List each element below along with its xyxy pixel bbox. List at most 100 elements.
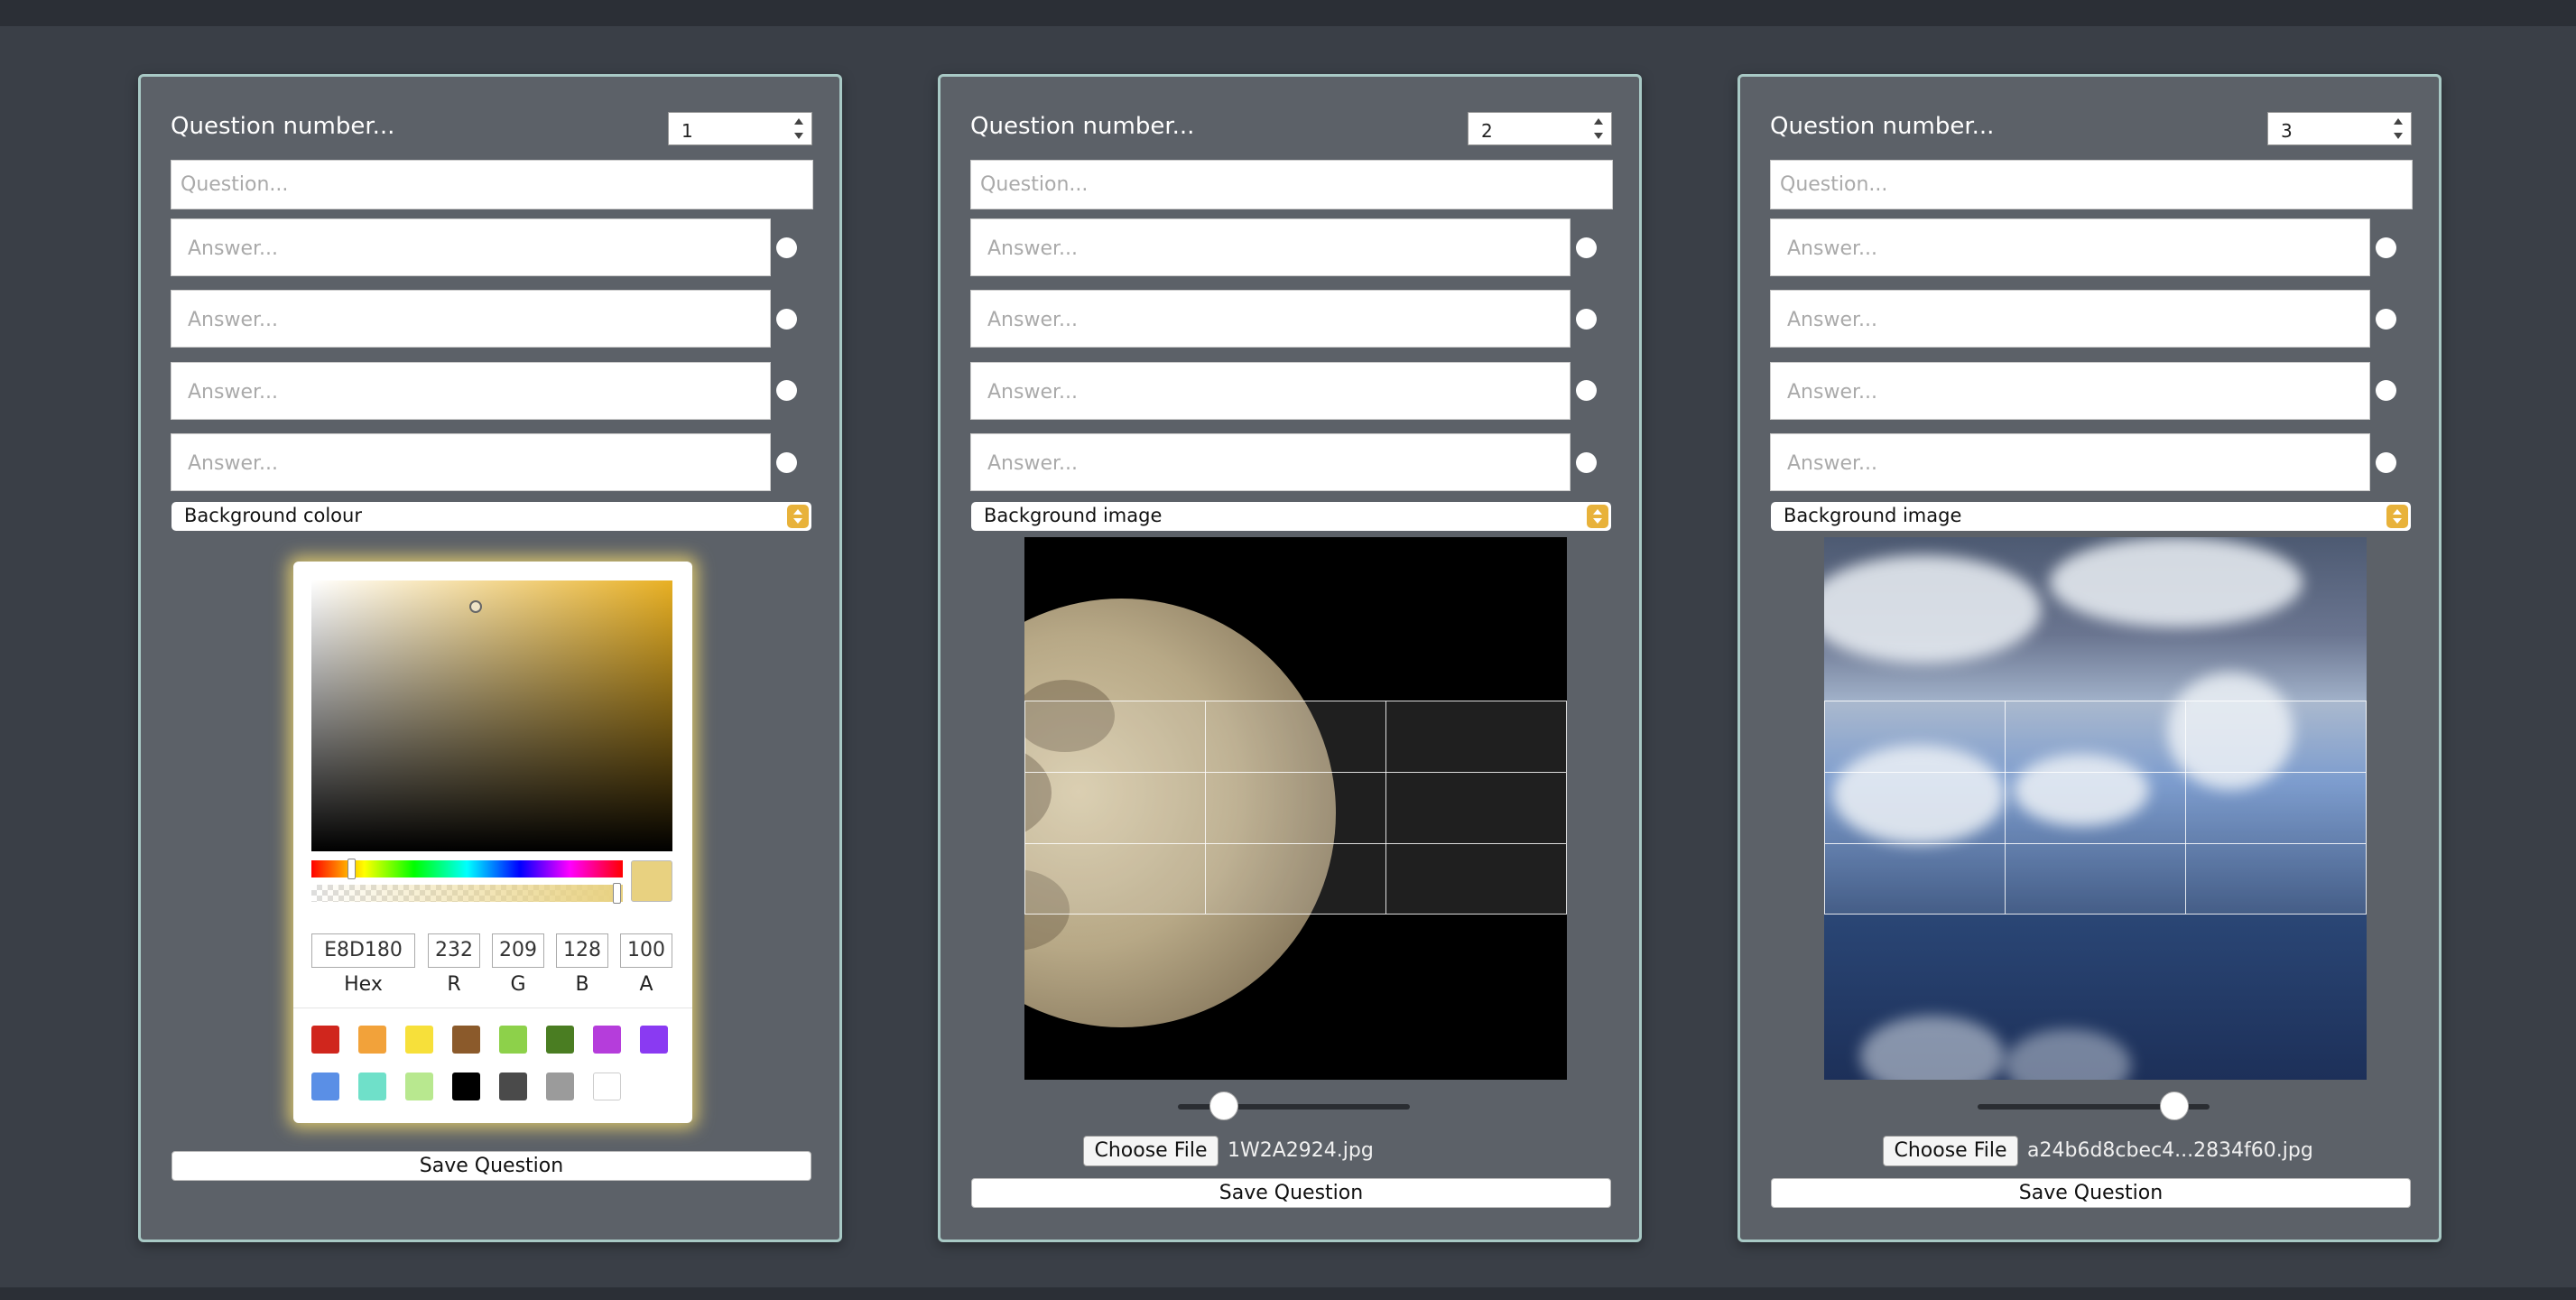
- r-field[interactable]: 232: [428, 933, 480, 968]
- b-label: B: [575, 973, 589, 996]
- select-arrows-icon: [2386, 505, 2408, 528]
- background-mode-select[interactable]: Background colour: [171, 502, 811, 531]
- color-picker: E8D180 232 209 128 100 Hex R G B A: [293, 562, 692, 1123]
- question-number-input[interactable]: 1: [668, 112, 812, 145]
- alpha-handle[interactable]: [613, 883, 621, 904]
- hex-label: Hex: [344, 973, 383, 996]
- color-swatch-1-7[interactable]: [593, 1026, 621, 1054]
- question-number-value: 1: [681, 120, 693, 142]
- question-number-label: Question number...: [1770, 113, 1995, 140]
- correct-answer-radio-4[interactable]: [776, 452, 797, 473]
- color-swatch-1-2[interactable]: [358, 1026, 386, 1054]
- r-label: R: [447, 973, 461, 996]
- answer-input-4[interactable]: Answer...: [970, 433, 1571, 491]
- question-card-2: Question number... 2 Question... Answer.…: [938, 74, 1642, 1242]
- slider-thumb[interactable]: [2160, 1091, 2190, 1120]
- color-swatch-2-6[interactable]: [546, 1072, 574, 1100]
- select-arrows-icon: [1587, 505, 1608, 528]
- number-spinner-icon[interactable]: [2393, 116, 2404, 141]
- color-swatch-2-7[interactable]: [593, 1072, 621, 1100]
- color-swatch-2-4[interactable]: [452, 1072, 480, 1100]
- hue-slider[interactable]: [311, 859, 623, 879]
- answer-grid-overlay[interactable]: [1024, 701, 1567, 915]
- color-swatch-1-1[interactable]: [311, 1026, 339, 1054]
- color-swatch-2-2[interactable]: [358, 1072, 386, 1100]
- answer-input-4[interactable]: Answer...: [171, 433, 771, 491]
- choose-file-button[interactable]: Choose File: [1883, 1136, 2018, 1166]
- choose-file-button[interactable]: Choose File: [1083, 1136, 1219, 1166]
- color-swatch-2-1[interactable]: [311, 1072, 339, 1100]
- correct-answer-radio-4[interactable]: [2376, 452, 2396, 473]
- correct-answer-radio-2[interactable]: [776, 309, 797, 330]
- answer-input-1[interactable]: Answer...: [1770, 218, 2370, 276]
- hex-field[interactable]: E8D180: [311, 933, 415, 968]
- color-swatch-2-5[interactable]: [499, 1072, 527, 1100]
- answer-input-2[interactable]: Answer...: [970, 290, 1571, 348]
- saturation-area[interactable]: [311, 580, 672, 851]
- save-question-button[interactable]: Save Question: [1771, 1178, 2411, 1208]
- background-mode-value: Background image: [1784, 505, 1962, 526]
- question-number-value: 2: [1481, 120, 1493, 142]
- background-mode-select[interactable]: Background image: [971, 502, 1611, 531]
- save-question-button[interactable]: Save Question: [171, 1151, 811, 1181]
- save-question-button[interactable]: Save Question: [971, 1178, 1611, 1208]
- background-mode-select[interactable]: Background image: [1771, 502, 2411, 531]
- a-field[interactable]: 100: [620, 933, 672, 968]
- answer-input-2[interactable]: Answer...: [171, 290, 771, 348]
- b-field[interactable]: 128: [556, 933, 608, 968]
- correct-answer-radio-1[interactable]: [776, 237, 797, 258]
- correct-answer-radio-2[interactable]: [1576, 309, 1597, 330]
- image-position-slider[interactable]: [1978, 1091, 2210, 1120]
- correct-answer-radio-2[interactable]: [2376, 309, 2396, 330]
- correct-answer-radio-3[interactable]: [776, 380, 797, 401]
- answer-input-3[interactable]: Answer...: [171, 362, 771, 420]
- background-mode-value: Background colour: [184, 505, 362, 526]
- number-spinner-icon[interactable]: [1593, 116, 1604, 141]
- correct-answer-radio-1[interactable]: [1576, 237, 1597, 258]
- answer-input-1[interactable]: Answer...: [970, 218, 1571, 276]
- color-swatch-1-6[interactable]: [546, 1026, 574, 1054]
- g-field[interactable]: 209: [492, 933, 544, 968]
- answer-input-3[interactable]: Answer...: [970, 362, 1571, 420]
- question-number-label: Question number...: [171, 113, 395, 140]
- background-image-preview: [1824, 537, 2367, 1080]
- background-mode-value: Background image: [984, 505, 1163, 526]
- question-input[interactable]: Question...: [171, 160, 813, 209]
- correct-answer-radio-1[interactable]: [2376, 237, 2396, 258]
- answer-grid-overlay[interactable]: [1824, 701, 2367, 915]
- question-input[interactable]: Question...: [1770, 160, 2413, 209]
- number-spinner-icon[interactable]: [793, 116, 804, 141]
- answer-input-2[interactable]: Answer...: [1770, 290, 2370, 348]
- question-input[interactable]: Question...: [970, 160, 1613, 209]
- color-swatch-1-8[interactable]: [640, 1026, 668, 1054]
- question-number-label: Question number...: [970, 113, 1195, 140]
- file-name: a24b6d8cbec4...2834f60.jpg: [2027, 1139, 2313, 1162]
- correct-answer-radio-4[interactable]: [1576, 452, 1597, 473]
- hue-handle[interactable]: [347, 859, 356, 879]
- saturation-handle[interactable]: [469, 600, 482, 613]
- a-label: A: [639, 973, 653, 996]
- background-image-preview: [1024, 537, 1567, 1080]
- image-position-slider[interactable]: [1178, 1091, 1410, 1120]
- question-number-value: 3: [2281, 120, 2293, 142]
- question-number-input[interactable]: 3: [2267, 112, 2412, 145]
- bottom-bar: [0, 1287, 2576, 1300]
- answer-input-1[interactable]: Answer...: [171, 218, 771, 276]
- question-card-3: Question number... 3 Question... Answer.…: [1737, 74, 2442, 1242]
- question-number-input[interactable]: 2: [1468, 112, 1612, 145]
- color-swatch-2-3[interactable]: [405, 1072, 433, 1100]
- g-label: G: [510, 973, 526, 996]
- file-name: 1W2A2924.jpg: [1228, 1139, 1374, 1162]
- slider-thumb[interactable]: [1209, 1091, 1239, 1120]
- color-swatch-1-5[interactable]: [499, 1026, 527, 1054]
- top-bar: [0, 0, 2576, 26]
- color-swatch-1-3[interactable]: [405, 1026, 433, 1054]
- correct-answer-radio-3[interactable]: [2376, 380, 2396, 401]
- answer-input-3[interactable]: Answer...: [1770, 362, 2370, 420]
- question-card-1: Question number... 1 Question... Answer.…: [138, 74, 842, 1242]
- answer-input-4[interactable]: Answer...: [1770, 433, 2370, 491]
- alpha-slider[interactable]: [311, 883, 623, 904]
- correct-answer-radio-3[interactable]: [1576, 380, 1597, 401]
- color-swatch-1-4[interactable]: [452, 1026, 480, 1054]
- color-preview: [631, 860, 672, 902]
